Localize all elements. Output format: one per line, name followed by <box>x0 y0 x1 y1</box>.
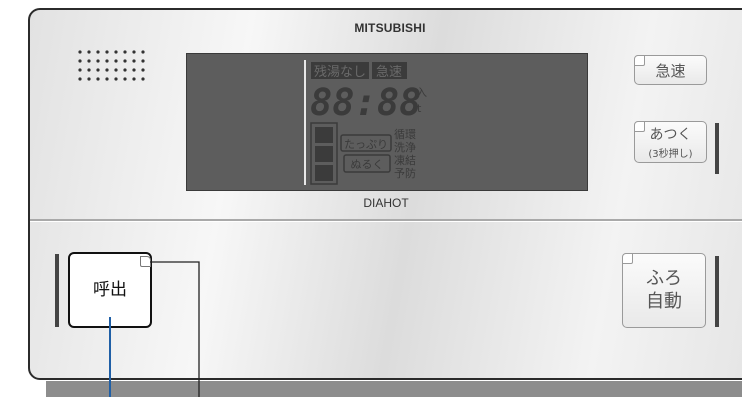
callout-lines <box>109 261 200 397</box>
callout-line-corner <box>150 261 200 397</box>
